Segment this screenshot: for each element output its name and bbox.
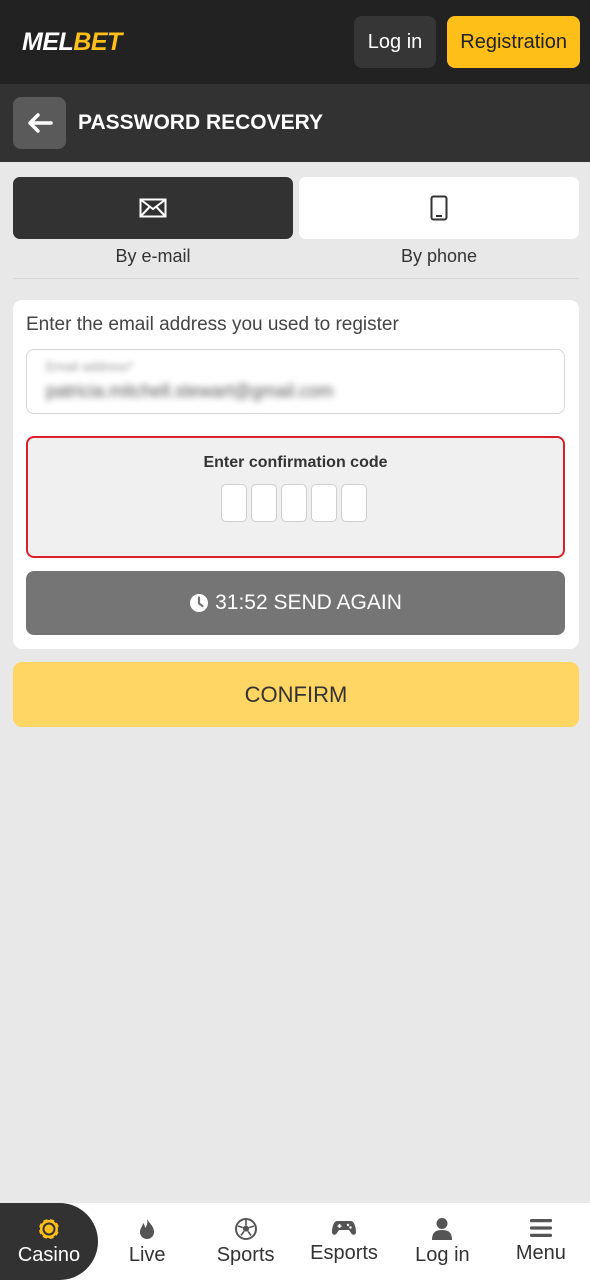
bottom-nav: Casino Live Sports Esports Log in Menu	[0, 1203, 590, 1280]
recovery-method-tabs: By e-mail By phone	[13, 177, 579, 267]
phone-icon	[430, 195, 448, 221]
code-digit-input[interactable]	[221, 484, 247, 522]
logo-text-accent: BET	[73, 27, 122, 56]
nav-item-sports[interactable]: Sports	[196, 1203, 294, 1280]
clock-icon	[190, 594, 209, 612]
confirmation-code-inputs	[221, 484, 367, 522]
nav-label-sports: Sports	[216, 1244, 275, 1266]
nav-item-casino[interactable]: Casino	[0, 1203, 98, 1280]
nav-label-live: Live	[128, 1244, 166, 1266]
email-field-label: Email address*	[46, 359, 134, 374]
code-digit-input[interactable]	[341, 484, 367, 522]
confirmation-code-box: Enter confirmation code	[26, 436, 565, 558]
confirmation-code-title: Enter confirmation code	[203, 454, 388, 471]
nav-label-esports: Esports	[310, 1242, 378, 1264]
divider	[13, 278, 579, 279]
tab-by-email[interactable]: By e-mail	[13, 177, 293, 267]
tab-by-phone[interactable]: By phone	[299, 177, 579, 267]
nav-item-esports[interactable]: Esports	[295, 1203, 393, 1280]
envelope-icon	[139, 198, 167, 218]
tab-by-email-label: By e-mail	[115, 246, 191, 266]
recovery-form-card: Enter the email address you used to regi…	[13, 300, 579, 649]
arrow-left-icon	[27, 113, 53, 133]
send-again-button[interactable]: 31:52 SEND AGAIN	[26, 571, 565, 635]
confirm-button[interactable]: CONFIRM	[13, 662, 579, 727]
flame-icon	[140, 1218, 155, 1239]
code-digit-input[interactable]	[251, 484, 277, 522]
nav-item-menu[interactable]: Menu	[492, 1203, 590, 1280]
page-title: PASSWORD RECOVERY	[78, 111, 324, 134]
gamepad-icon	[332, 1221, 357, 1235]
send-again-label: 31:52 SEND AGAIN	[215, 591, 402, 614]
nav-label-casino: Casino	[17, 1244, 81, 1266]
hamburger-menu-icon	[529, 1219, 552, 1237]
code-digit-input[interactable]	[281, 484, 307, 522]
melbet-logo[interactable]: MELBET	[22, 28, 122, 57]
tab-by-email-button[interactable]	[13, 177, 293, 239]
login-button[interactable]: Log in	[353, 16, 437, 68]
soccer-ball-icon	[234, 1218, 257, 1240]
nav-label-login: Log in	[415, 1244, 470, 1266]
nav-item-live[interactable]: Live	[98, 1203, 196, 1280]
top-bar: MELBET Log in Registration	[0, 0, 590, 84]
email-field-value: patricia.mitchell.stewart@gmail.com	[46, 381, 334, 401]
code-digit-input[interactable]	[311, 484, 337, 522]
nav-label-menu: Menu	[515, 1242, 566, 1264]
back-button[interactable]	[13, 97, 66, 149]
nav-item-login[interactable]: Log in	[393, 1203, 491, 1280]
page-header: PASSWORD RECOVERY	[0, 84, 590, 162]
logo-text-main: MEL	[22, 27, 74, 56]
email-prompt: Enter the email address you used to regi…	[26, 314, 399, 335]
tab-by-phone-label: By phone	[400, 246, 478, 266]
registration-button[interactable]: Registration	[447, 16, 580, 68]
casino-chip-icon	[38, 1218, 60, 1240]
email-field[interactable]: Email address* patricia.mitchell.stewart…	[26, 349, 565, 414]
user-icon	[432, 1218, 453, 1240]
tab-by-phone-button[interactable]	[299, 177, 579, 239]
